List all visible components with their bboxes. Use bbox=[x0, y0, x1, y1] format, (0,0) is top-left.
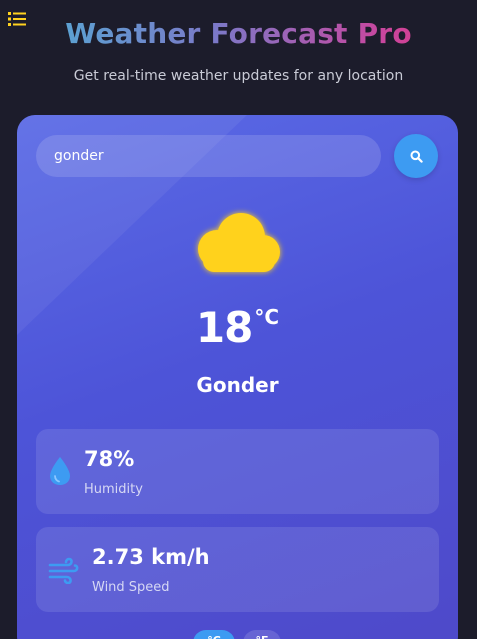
search-button[interactable] bbox=[394, 134, 438, 178]
cloud-icon bbox=[198, 213, 280, 272]
city-name: Gonder bbox=[196, 373, 279, 397]
temperature-value: 18 bbox=[195, 303, 253, 352]
water-drop-icon bbox=[50, 457, 70, 485]
wind-card: 2.73 km/h Wind Speed bbox=[36, 527, 439, 612]
celsius-toggle[interactable]: °C bbox=[193, 630, 235, 639]
humidity-label: Humidity bbox=[84, 482, 143, 497]
wind-icon bbox=[48, 557, 79, 584]
humidity-card: 78% Humidity bbox=[36, 429, 439, 514]
app-title: Weather Forecast Pro bbox=[0, 17, 477, 50]
temperature-display: 18 °C bbox=[17, 303, 458, 352]
wind-speed-value: 2.73 km/h bbox=[92, 545, 210, 569]
temperature-unit: °C bbox=[254, 305, 280, 329]
fahrenheit-toggle[interactable]: °F bbox=[243, 630, 281, 639]
search-input[interactable] bbox=[36, 135, 381, 177]
humidity-value: 78% bbox=[84, 447, 135, 471]
search-icon bbox=[410, 150, 423, 163]
weather-card: 18°C Gonder 78% Humidity 2.73 km/h Wind … bbox=[17, 115, 458, 639]
wind-speed-label: Wind Speed bbox=[92, 580, 170, 595]
app-subtitle: Get real-time weather updates for any lo… bbox=[73, 68, 404, 84]
